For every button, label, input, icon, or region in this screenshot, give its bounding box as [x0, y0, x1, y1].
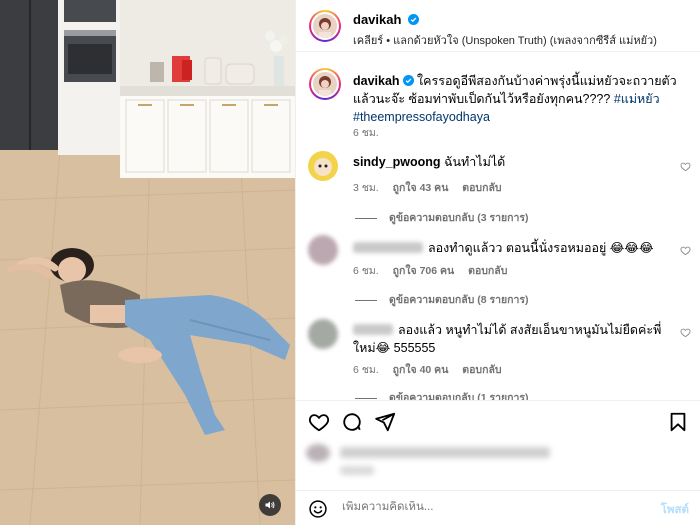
view-replies-button[interactable]: ดูข้อความตอบกลับ (3 รายการ) [355, 209, 529, 226]
reply-button[interactable]: ตอบกลับ [462, 364, 501, 376]
verified-badge-icon [408, 14, 420, 25]
commenter-avatar[interactable] [308, 235, 338, 265]
post-header: davikah เคลียร์ • แลกด้วยหัวใจ (Unspoken… [296, 0, 700, 52]
heart-icon[interactable] [308, 411, 330, 433]
mute-button[interactable] [259, 494, 281, 516]
comment-text: ลองทำดูแล้วว ตอนนี้นั่งรอหมออยู่ 😂😂😂 [428, 241, 654, 255]
comment-like-heart-icon[interactable] [680, 327, 691, 338]
comment-time[interactable]: 6 ชม. [353, 265, 379, 277]
comment-icon[interactable] [341, 411, 363, 433]
comment-item: sindy_pwoong ฉันทำไม่ได้ [353, 153, 673, 171]
caption-time[interactable]: 6 ชม. [353, 127, 379, 139]
comment-likes[interactable]: ถูกใจ 706 คน [393, 265, 455, 277]
verified-badge-icon [402, 75, 414, 86]
caption-avatar[interactable] [309, 68, 341, 100]
comment-input[interactable] [342, 501, 642, 513]
reply-button[interactable]: ตอบกลับ [462, 182, 501, 194]
video-frame [0, 0, 295, 525]
caption-hashtag[interactable]: #แม่หยัว [614, 92, 660, 106]
post-date [340, 466, 374, 475]
comment-time[interactable]: 6 ชม. [353, 364, 379, 376]
author-username-row[interactable]: davikah [353, 12, 420, 27]
audio-attribution[interactable]: เคลียร์ • แลกด้วยหัวใจ (Unspoken Truth) … [353, 31, 657, 49]
comment-text: ลองแล้ว หนูทำไม่ได้ สงสัยเอ็นขาหนูมันไม่… [353, 323, 662, 355]
caption-meta: 6 ชม. [353, 124, 390, 141]
author-username[interactable]: davikah [353, 12, 401, 27]
commenter-avatar[interactable] [308, 151, 338, 181]
author-avatar[interactable] [309, 10, 341, 42]
liked-by-row[interactable] [306, 440, 606, 478]
comment-username[interactable]: sindy_pwoong [353, 155, 441, 169]
comment-like-heart-icon[interactable] [680, 161, 691, 172]
send-icon[interactable] [374, 411, 396, 433]
comment-likes[interactable]: ถูกใจ 43 คน [393, 182, 449, 194]
post-comment-button[interactable]: โพสต์ [661, 501, 689, 519]
comment-item: ลองแล้ว หนูทำไม่ได้ สงสัยเอ็นขาหนูมันไม่… [353, 321, 673, 357]
comment-like-heart-icon[interactable] [680, 245, 691, 256]
view-replies-label[interactable]: ดูข้อความตอบกลับ (1 รายการ) [389, 392, 529, 400]
view-replies-label[interactable]: ดูข้อความตอบกลับ (3 รายการ) [389, 212, 529, 224]
comment-username-blurred[interactable] [353, 242, 423, 253]
caption-hashtag[interactable]: #theempressofayodhaya [353, 110, 490, 124]
comment-meta: 3 ชม. ถูกใจ 43 คน ตอบกลับ [353, 179, 513, 196]
comment-time[interactable]: 3 ชม. [353, 182, 379, 194]
post-panel: davikah เคลียร์ • แลกด้วยหัวใจ (Unspoken… [295, 0, 700, 525]
speaker-icon [265, 501, 275, 509]
replies-divider [355, 299, 377, 301]
comment-meta: 6 ชม. ถูกใจ 40 คน ตอบกลับ [353, 361, 513, 378]
comment-meta: 6 ชม. ถูกใจ 706 คน ตอบกลับ [353, 262, 518, 279]
liked-by-avatars[interactable] [306, 444, 330, 462]
post-video[interactable] [0, 0, 295, 525]
comment-username-blurred[interactable] [353, 324, 393, 335]
comments-list[interactable]: davikah ใครรอดูอีพีสองกันบ้างค่าพรุ่งนี้… [296, 53, 700, 400]
action-bar [296, 400, 700, 442]
replies-divider [355, 217, 377, 219]
comment-likes[interactable]: ถูกใจ 40 คน [393, 364, 449, 376]
reply-button[interactable]: ตอบกลับ [468, 265, 507, 277]
caption-username[interactable]: davikah [353, 74, 400, 88]
commenter-avatar[interactable] [308, 319, 338, 349]
comment-item: ลองทำดูแล้วว ตอนนี้นั่งรอหมออยู่ 😂😂😂 [353, 239, 673, 257]
comment-composer: โพสต์ [296, 490, 700, 525]
comment-text: ฉันทำไม่ได้ [443, 155, 506, 169]
view-replies-button[interactable]: ดูข้อความตอบกลับ (1 รายการ) [355, 389, 529, 400]
replies-divider [355, 397, 377, 399]
emoji-icon[interactable] [308, 499, 328, 519]
post-caption: davikah ใครรอดูอีพีสองกันบ้างค่าพรุ่งนี้… [353, 72, 688, 126]
bookmark-icon[interactable] [667, 411, 689, 433]
view-replies-button[interactable]: ดูข้อความตอบกลับ (8 รายการ) [355, 291, 529, 308]
view-replies-label[interactable]: ดูข้อความตอบกลับ (8 รายการ) [389, 294, 529, 306]
liked-by-text[interactable] [340, 447, 550, 458]
